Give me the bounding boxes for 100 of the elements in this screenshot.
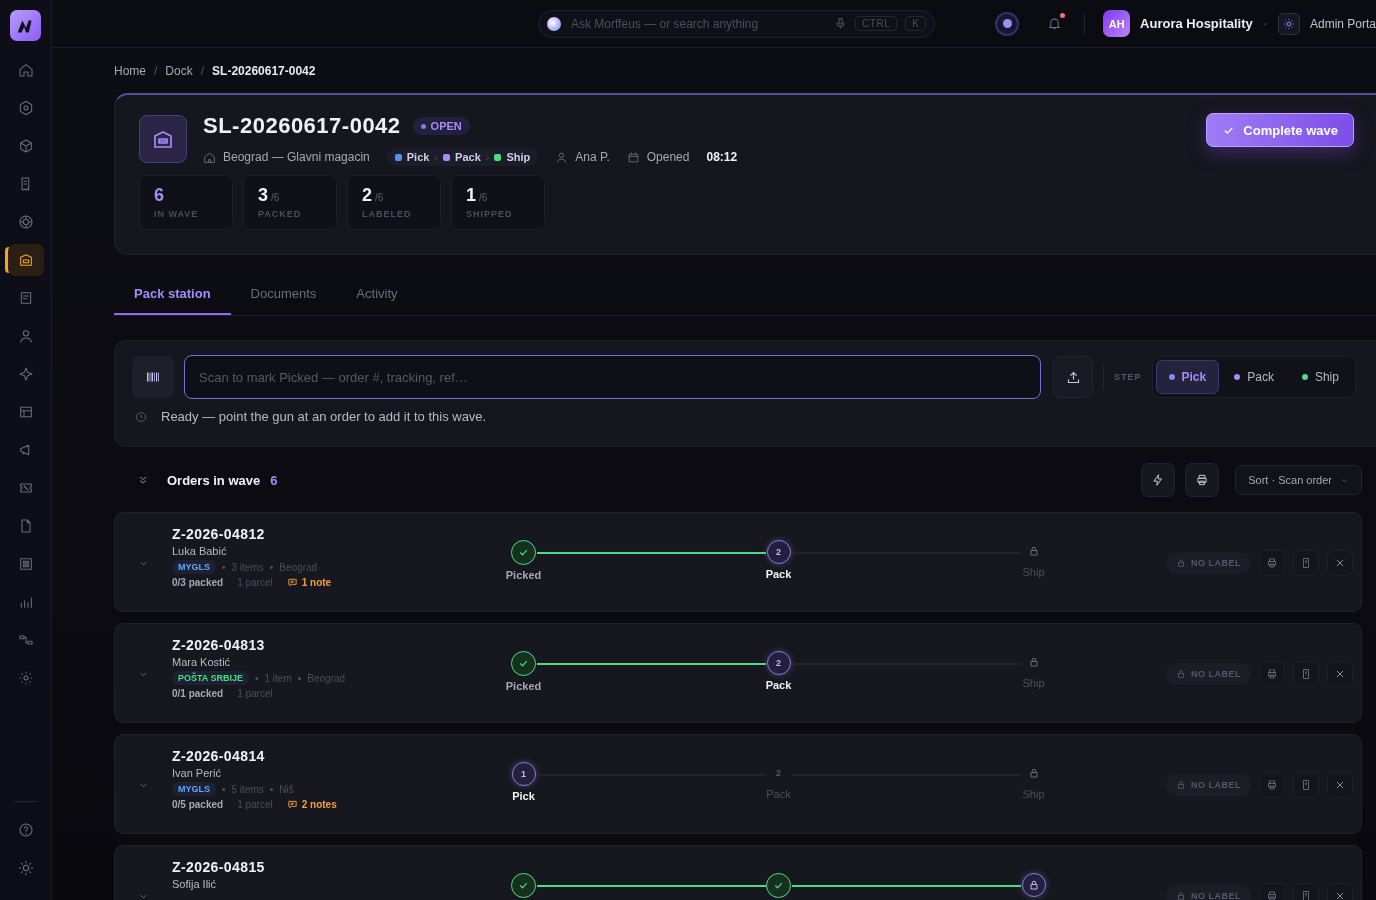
parcel-count: 1 parcel [237,688,273,699]
printer-icon [1266,557,1278,569]
separator-dot: • [222,783,226,795]
stat-label: IN WAVE [154,209,200,219]
complete-wave-button[interactable]: Complete wave [1206,113,1354,147]
tab[interactable]: Activity [336,277,418,315]
flow-separator: › [434,151,439,163]
customer-name: Ivan Perić [172,767,222,779]
grid-icon [17,556,34,572]
lock-icon [1176,891,1186,900]
nav-button[interactable] [7,244,44,276]
account-avatar[interactable]: AH [1103,10,1131,37]
carrier-tag: POŠTA SRBIJE [172,671,249,685]
step-label: Ship [1022,677,1045,689]
customer-name: Sofija Ilić [172,878,218,890]
carrier-tag: MYGLS [172,560,216,574]
bell-icon [1047,16,1063,31]
close-icon [1334,779,1346,791]
sparkle-icon [17,366,34,382]
user-icon [555,150,569,164]
printer-icon [1266,779,1278,791]
lock-icon [1176,669,1186,679]
check-icon [518,547,529,558]
orders-title: Orders in wave [167,472,261,488]
wave-title: SL-20260617-0042 [203,113,401,139]
label-button[interactable] [1293,550,1319,576]
carrier-tag: MYGLS [172,782,216,796]
sun-icon [17,860,34,876]
assistant-button[interactable] [995,11,1020,36]
search-field[interactable]: Ask Morffeus — or search anything [569,15,827,32]
step-label: Picked [505,569,542,581]
stat-label: SHIPPED [466,209,514,219]
tab[interactable]: Documents [230,277,337,315]
upload-icon [1065,369,1081,385]
order-number: Z-2026-04813 [172,637,266,653]
app-logo[interactable] [10,10,41,41]
stat-label: LABELED [362,209,413,219]
table-icon [17,404,34,420]
step-label: STEP [1114,372,1142,382]
step-option[interactable]: Pack [1221,360,1287,394]
step-number: 2 [776,768,781,778]
step-option[interactable]: Pick [1155,360,1220,394]
lock-icon [1176,780,1186,790]
notes-link[interactable]: 1 note [286,577,332,588]
stat-value: 3 [258,185,268,206]
calendar-icon [626,150,640,164]
portal-name[interactable]: Admin Porta [1309,16,1376,31]
upload-button[interactable] [1053,356,1093,398]
packed-count: 0/3 packed [172,577,224,588]
order-number: Z-2026-04814 [172,748,266,764]
account-name[interactable]: Aurora Hospitality [1140,16,1253,31]
document-icon [1300,668,1312,680]
wheel-icon [17,214,34,230]
label-button[interactable] [1293,772,1319,798]
order-row[interactable]: Z-2026-04812 Luka Babić MYGLS • 3 items • Beograd 0/3 packed 1 parcel 1 note Picked 2 Pack Ship NO LABEL [114,512,1362,612]
stat-label: PACKED [258,209,303,219]
label-status-badge: NO LABEL [1166,552,1251,574]
microphone-icon [834,17,848,30]
tab[interactable]: Pack station [114,277,231,315]
stat-value: 2 [362,185,372,206]
separator-dot: • [269,783,274,795]
scan-field[interactable]: Scan to mark Picked — order #, tracking, ref… [184,355,1041,399]
item-count: 3 items [231,561,264,573]
printer-icon [1266,890,1278,900]
portal-icon[interactable] [1278,12,1300,35]
status-message: Ready — point the gun at an order to add it to this wave. [161,409,487,424]
tray-icon [139,115,187,163]
step-label: Pack [765,679,792,691]
bolt-button[interactable] [1141,463,1176,497]
collapse-icon[interactable] [137,474,149,486]
order-row[interactable]: Z-2026-04813 Mara Kostić POŠTA SRBIJE • 1 item • Beograd 0/1 packed 1 parcel Picked 2 Pack Ship NO LABEL [114,623,1362,723]
tray-icon [17,252,34,268]
step-option[interactable]: Ship [1288,360,1352,394]
label-button[interactable] [1293,661,1319,687]
stat-total: /6 [271,192,280,203]
help-icon [17,822,34,838]
print-button[interactable] [1185,463,1220,497]
label-status-badge: NO LABEL [1166,774,1251,796]
lock-icon [1176,558,1186,568]
notes-link[interactable]: 2 notes [286,799,337,810]
cube-icon [17,138,34,154]
check-icon [518,880,529,891]
sun-icon [17,670,34,686]
order-number: Z-2026-04815 [172,859,266,875]
sort-dropdown[interactable]: Sort · Scan order [1235,465,1362,495]
key-hint: K [905,16,927,31]
breadcrumb-link[interactable]: SL-20260617-0042 [212,64,316,78]
breadcrumb-link[interactable]: Home [114,64,146,78]
packed-count: 0/1 packed [172,688,224,699]
stat-value: 1 [466,185,476,206]
order-row[interactable]: Z-2026-04815 Sofija Ilić NO LABEL [114,845,1362,900]
order-row[interactable]: Z-2026-04814 Ivan Perić MYGLS • 5 items • Niš 0/5 packed 1 parcel 2 notes 1 Pick 2 Pack Ship NO LABEL [114,734,1362,834]
flow-separator: › [485,151,490,163]
item-count: 1 item [264,672,292,684]
key-hint: CTRL [855,16,898,31]
city-text: Beograd [307,672,346,684]
label-status-badge: NO LABEL [1166,885,1251,900]
home-icon [203,150,216,164]
separator-dot: • [297,672,302,684]
breadcrumb-link[interactable]: Dock [165,64,193,78]
